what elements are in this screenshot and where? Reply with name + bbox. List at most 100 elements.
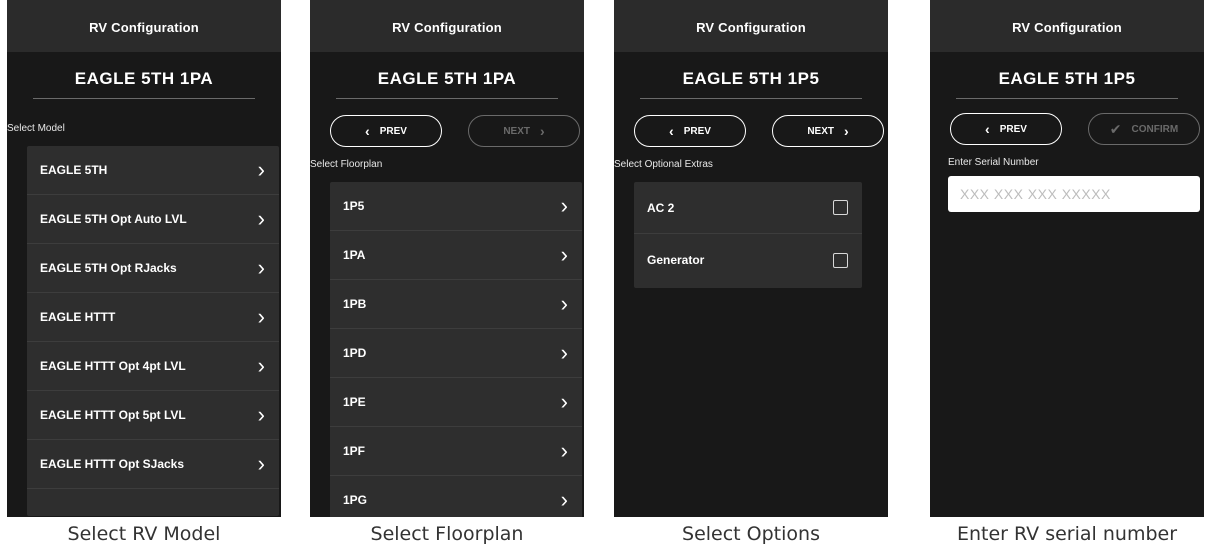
chevron-right-icon: › [560, 291, 568, 316]
list-item-label: 1PB [343, 297, 367, 311]
list-item[interactable]: 1PA › [330, 231, 582, 280]
list-item-label: 1PF [343, 444, 366, 458]
list-item[interactable]: EAGLE HTTT Opt 4pt LVL › [27, 342, 279, 391]
chevron-left-icon: ‹ [985, 121, 990, 137]
list-item-label: EAGLE 5TH [40, 163, 108, 177]
chevron-right-icon: › [257, 304, 265, 329]
list-item-label: 1P5 [343, 199, 365, 213]
nav-row: ‹ PREV ✔ CONFIRM [950, 113, 1200, 145]
caption: Enter RV serial number [956, 523, 1178, 545]
list-item[interactable]: EAGLE 5TH › [27, 146, 279, 195]
list-item-label: 1PD [343, 346, 367, 360]
list-item[interactable]: 1P5 › [330, 182, 582, 231]
list-item[interactable]: EAGLE HTTT › [27, 293, 279, 342]
caption: Select Floorplan [370, 523, 524, 545]
caption: Select RV Model [67, 523, 221, 545]
list-item-label: 1PE [343, 395, 366, 409]
list-item[interactable]: AC 2 [634, 182, 862, 234]
next-button[interactable]: NEXT › [468, 115, 580, 147]
title-divider [640, 98, 862, 99]
top-bar: RV Configuration [614, 0, 888, 52]
chevron-right-icon: › [844, 123, 849, 139]
chevron-right-icon: › [540, 123, 545, 139]
list-item[interactable]: EAGLE 5TH Opt Auto LVL › [27, 195, 279, 244]
chevron-right-icon: › [560, 487, 568, 512]
prev-button[interactable]: ‹ PREV [950, 113, 1062, 145]
section-label: Enter Serial Number [948, 157, 1039, 168]
nav-row: ‹ PREV NEXT › [330, 115, 580, 147]
model-title: EAGLE 5TH 1PA [74, 69, 214, 88]
chevron-right-icon: › [560, 340, 568, 365]
title-divider [956, 98, 1178, 99]
topbar-title: RV Configuration [696, 20, 806, 35]
confirm-label: CONFIRM [1131, 123, 1179, 135]
chevron-left-icon: ‹ [365, 123, 370, 139]
prev-label: PREV [683, 125, 711, 137]
prev-label: PREV [999, 123, 1027, 135]
chevron-right-icon: › [257, 451, 265, 476]
chevron-right-icon: › [257, 157, 265, 182]
floorplan-list: 1P5 › 1PA › 1PB › 1PD › 1PE › 1PF › 1PG … [330, 182, 582, 517]
list-item-label: EAGLE HTTT Opt SJacks [40, 457, 185, 471]
list-item[interactable]: EAGLE HTTT Opt SJacks › [27, 440, 279, 489]
chevron-right-icon: › [257, 255, 265, 280]
serial-number-input[interactable] [948, 176, 1200, 212]
nav-row: ‹ PREV NEXT › [634, 115, 884, 147]
list-item-label: Generator [647, 253, 705, 267]
topbar-title: RV Configuration [89, 20, 199, 35]
chevron-left-icon: ‹ [669, 123, 674, 139]
chevron-right-icon: › [560, 389, 568, 414]
list-item-label: EAGLE HTTT Opt 5pt LVL [40, 408, 186, 422]
section-label: Select Model [7, 123, 65, 134]
next-button[interactable]: NEXT › [772, 115, 884, 147]
chevron-right-icon: › [560, 438, 568, 463]
model-title: EAGLE 5TH 1PA [377, 69, 517, 88]
model-title: EAGLE 5TH 1P5 [682, 69, 820, 88]
chevron-right-icon: › [257, 402, 265, 427]
prev-label: PREV [379, 125, 407, 137]
list-item-label: EAGLE HTTT Opt 4pt LVL [40, 359, 186, 373]
list-item[interactable]: 1PG › [330, 476, 582, 517]
title-divider [336, 98, 558, 99]
next-label: NEXT [503, 125, 530, 137]
screen-select-floorplan: RV Configuration EAGLE 5TH 1PA ‹ PREV NE… [310, 0, 584, 517]
chevron-right-icon: › [257, 206, 265, 231]
prev-button[interactable]: ‹ PREV [330, 115, 442, 147]
chevron-right-icon: › [560, 242, 568, 267]
top-bar: RV Configuration [310, 0, 584, 52]
list-item[interactable]: 1PD › [330, 329, 582, 378]
topbar-title: RV Configuration [1012, 20, 1122, 35]
top-bar: RV Configuration [7, 0, 281, 52]
screen-select-model: RV Configuration EAGLE 5TH 1PA Select Mo… [7, 0, 281, 517]
chevron-right-icon: › [560, 193, 568, 218]
next-label: NEXT [807, 125, 834, 137]
check-icon: ✔ [1109, 120, 1122, 137]
list-item-label: EAGLE 5TH Opt Auto LVL [40, 212, 187, 226]
model-title: EAGLE 5TH 1P5 [998, 69, 1136, 88]
screen-enter-serial: RV Configuration EAGLE 5TH 1P5 ‹ PREV ✔ … [930, 0, 1204, 517]
prev-button[interactable]: ‹ PREV [634, 115, 746, 147]
section-label: Select Optional Extras [614, 159, 713, 170]
list-item[interactable]: EAGLE HTTT Opt 5pt LVL › [27, 391, 279, 440]
list-item-label: AC 2 [647, 200, 675, 215]
checkbox-icon[interactable] [833, 252, 848, 268]
model-list: EAGLE 5TH › EAGLE 5TH Opt Auto LVL › EAG… [27, 146, 279, 516]
confirm-button[interactable]: ✔ CONFIRM [1088, 113, 1200, 145]
screen-select-options: RV Configuration EAGLE 5TH 1P5 ‹ PREV NE… [614, 0, 888, 517]
list-item[interactable]: 1PF › [330, 427, 582, 476]
list-item[interactable]: EAGLE 5TH Opt RJacks › [27, 244, 279, 293]
caption: Select Options [682, 523, 820, 545]
list-item[interactable]: Generator [634, 234, 862, 286]
checkbox-icon[interactable] [833, 200, 848, 215]
topbar-title: RV Configuration [392, 20, 502, 35]
list-item[interactable]: 1PE › [330, 378, 582, 427]
list-item-label: EAGLE 5TH Opt RJacks [40, 261, 177, 275]
list-item-label: EAGLE HTTT [40, 310, 116, 324]
list-item-label: 1PG [343, 493, 368, 507]
list-item-label: 1PA [343, 248, 366, 262]
options-list: AC 2 Generator [634, 182, 862, 288]
title-divider [33, 98, 255, 99]
list-item[interactable]: 1PB › [330, 280, 582, 329]
chevron-right-icon: › [257, 353, 265, 378]
section-label: Select Floorplan [310, 159, 383, 170]
